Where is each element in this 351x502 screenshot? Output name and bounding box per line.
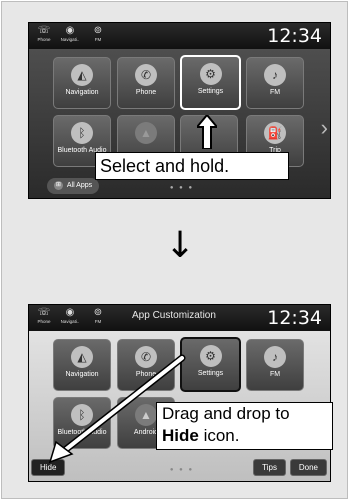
tile-phone[interactable]: ✆ Phone (117, 57, 175, 109)
clock: 12:34 (267, 307, 322, 329)
up-arrow-icon (197, 115, 217, 149)
page-title: App Customization (132, 310, 216, 321)
tile-fm[interactable]: ♪ FM (246, 57, 304, 109)
phone-shortcut[interactable]: ☏ Phone (33, 307, 55, 329)
radio-icon: ⊚ (93, 25, 103, 36)
phone-icon: ☏ (37, 25, 51, 36)
phone-icon: ✆ (135, 64, 157, 86)
gear-icon: ⚙ (199, 345, 222, 367)
instruction-callout-1: Select and hold. (95, 152, 289, 180)
gear-icon: ⚙ (199, 63, 222, 85)
bluetooth-icon: ᛒ (71, 122, 93, 144)
instruction-callout-2: Drag and drop to Hide icon. (156, 402, 333, 450)
navigation-icon: ◭ (71, 64, 93, 86)
down-arrow-icon: ↓ (165, 225, 196, 266)
clock: 12:34 (267, 25, 322, 47)
page-indicator: ● ● ● (169, 185, 195, 191)
tips-button[interactable]: Tips (253, 459, 286, 476)
phone-shortcut[interactable]: ☏ Phone (33, 25, 55, 47)
android-icon: ▲ (135, 122, 157, 144)
navigation-icon: ◉ (65, 307, 75, 318)
navigation-icon: ◉ (65, 25, 75, 36)
tile-navigation[interactable]: ◭ Navigation (53, 57, 111, 109)
fm-shortcut[interactable]: ⊚ FM (87, 25, 109, 47)
apps-grid-icon: ⊞ (53, 180, 63, 190)
all-apps-button[interactable]: ⊞ All Apps (47, 178, 99, 194)
radio-icon: ♪ (264, 64, 286, 86)
fm-shortcut[interactable]: ⊚ FM (87, 307, 109, 329)
tile-fm[interactable]: ♪ FM (246, 339, 304, 391)
status-bar: ☏ Phone ◉ Navigati.. ⊚ FM App Customizat… (29, 305, 330, 331)
phone-icon: ☏ (37, 307, 51, 318)
chevron-right-icon[interactable]: › (321, 117, 328, 139)
fuel-icon: ⛽ (264, 122, 286, 144)
done-button[interactable]: Done (289, 459, 327, 476)
navigation-shortcut[interactable]: ◉ Navigati.. (59, 307, 81, 329)
status-bar: ☏ Phone ◉ Navigati.. ⊚ FM 12:34 (29, 23, 330, 49)
tile-settings[interactable]: ⚙ Settings (180, 55, 241, 110)
radio-icon: ♪ (264, 346, 286, 368)
radio-icon: ⊚ (93, 307, 103, 318)
navigation-shortcut[interactable]: ◉ Navigati.. (59, 25, 81, 47)
